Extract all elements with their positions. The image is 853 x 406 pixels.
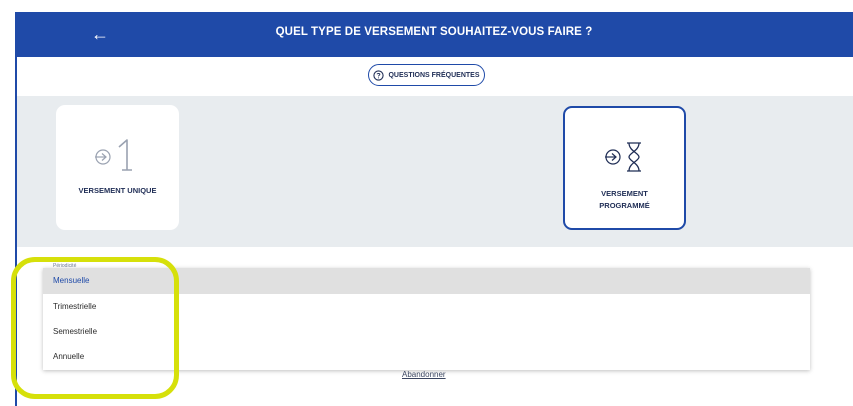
faq-button[interactable]: QUESTIONS FRÉQUENTES <box>368 64 485 86</box>
option-label-line1: VERSEMENT <box>601 189 648 198</box>
option-card-scheduled-payment[interactable]: VERSEMENT PROGRAMMÉ <box>563 106 686 230</box>
arrow-in-one-icon <box>95 139 132 171</box>
question-circle-icon <box>373 69 385 81</box>
option-label-scheduled-payment: VERSEMENT PROGRAMMÉ <box>565 188 684 212</box>
faq-label: QUESTIONS FRÉQUENTES <box>388 71 480 79</box>
annotation-highlight <box>11 257 179 399</box>
option-label-line2: PROGRAMMÉ <box>599 201 650 210</box>
option-label-single-payment: VERSEMENT UNIQUE <box>78 186 157 195</box>
page-title: QUEL TYPE DE VERSEMENT SOUHAITEZ-VOUS FA… <box>275 26 593 38</box>
abandon-link[interactable]: Abandonner <box>402 370 446 379</box>
arrow-in-hourglass-icon <box>605 142 641 172</box>
option-card-single-payment[interactable]: VERSEMENT UNIQUE <box>56 105 179 230</box>
page-header: ← QUEL TYPE DE VERSEMENT SOUHAITEZ-VOUS … <box>15 12 853 57</box>
